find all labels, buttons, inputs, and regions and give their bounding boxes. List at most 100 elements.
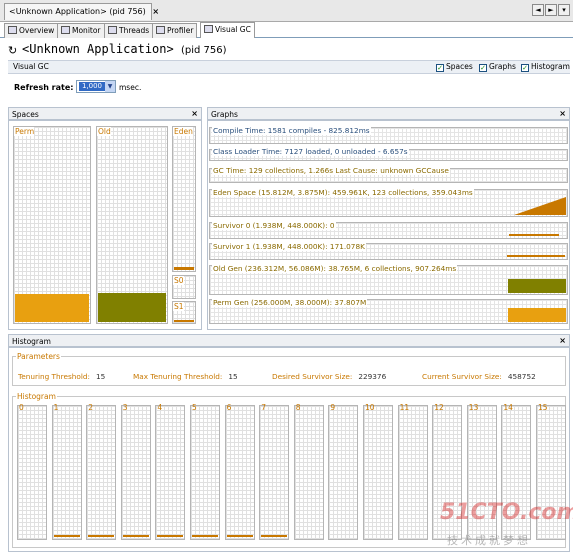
checkbox-label: Spaces — [446, 62, 473, 71]
graph-label: Old Gen (236.312M, 56.086M): 38.765M, 6 … — [212, 264, 458, 273]
bin-label: 5 — [192, 403, 197, 412]
watermark-slogan: 技术成就梦想 — [447, 534, 531, 547]
histogram-label: Histogram — [16, 392, 57, 401]
bin-usage-bar — [226, 535, 253, 537]
overview-icon — [8, 26, 17, 34]
compile-time-graph: Compile Time: 1581 compiles - 825.812ms — [209, 126, 568, 144]
profiler-icon — [156, 26, 165, 34]
refresh-unit: msec. — [119, 83, 142, 92]
param-label: Tenuring Threshold: — [18, 372, 90, 381]
param-value: 15 — [95, 372, 106, 381]
close-icon[interactable]: × — [191, 109, 198, 118]
eden-usage-bar — [174, 267, 194, 270]
bin-label: 9 — [330, 403, 336, 412]
tab-label: Threads — [119, 26, 150, 35]
graph-label: Survivor 0 (1.938M, 448.000K): 0 — [212, 221, 336, 230]
histogram-bin — [86, 405, 117, 540]
bin-label: 0 — [19, 403, 24, 412]
visual-gc-icon — [204, 25, 213, 33]
histogram-bin — [224, 405, 255, 540]
bin-label: 7 — [261, 403, 266, 412]
param-label: Current Survivor Size: — [422, 372, 502, 381]
histogram-bin — [120, 405, 151, 540]
graph-label: Class Loader Time: 7127 loaded, 0 unload… — [212, 147, 409, 156]
spaces-checkbox[interactable]: ✓ Spaces — [436, 62, 473, 72]
space-label: Old — [97, 127, 111, 136]
histogram-bin — [397, 405, 428, 540]
eden-space-graph: Eden Space (15.812M, 3.875M): 459.961K, … — [209, 188, 568, 217]
graphs-checkbox[interactable]: ✓ Graphs — [479, 62, 516, 72]
scroll-right-button[interactable]: ► — [545, 4, 557, 16]
bin-usage-bar — [261, 535, 288, 537]
page-title: <Unknown Application> (pid 756) — [22, 42, 227, 56]
gc-time-graph: GC Time: 129 collections, 1.266s Last Ca… — [209, 166, 568, 183]
bin-label: 12 — [434, 403, 444, 412]
application-document-tab[interactable]: <Unknown Application> (pid 756) × — [4, 3, 159, 20]
current-survivor-size: Current Survivor Size: 458752 — [422, 372, 536, 381]
histogram-bin — [363, 405, 393, 540]
desired-survivor-size: Desired Survivor Size: 229376 — [272, 372, 386, 381]
close-icon[interactable]: × — [152, 7, 159, 16]
histogram-bin — [293, 405, 324, 540]
chevron-down-icon[interactable]: ▼ — [105, 81, 115, 92]
bin-label: 11 — [399, 403, 410, 412]
checkbox-label: Graphs — [489, 62, 516, 71]
graphs-panel-header: Graphs × — [207, 107, 570, 120]
bin-usage-bar — [157, 535, 184, 537]
checkbox-label: Histogram — [531, 62, 570, 71]
close-icon[interactable]: × — [559, 336, 566, 345]
bin-usage-bar — [192, 535, 218, 537]
space-label: Eden — [173, 127, 193, 136]
bin-label: 4 — [157, 403, 163, 412]
histogram-bin — [190, 405, 220, 540]
application-name: <Unknown Application> — [22, 42, 174, 56]
bin-usage-bar — [88, 535, 115, 537]
perm-gen-graph: Perm Gen (256.000M, 38.000M): 37.807M — [209, 298, 568, 324]
visual-gc-label: Visual GC — [13, 62, 49, 71]
watermark-logo: 51CTO.com — [440, 500, 573, 525]
survivor1-trend — [507, 255, 565, 257]
param-value: 15 — [228, 372, 238, 381]
tab-overview[interactable]: Overview — [4, 23, 59, 38]
checkmark-icon: ✓ — [479, 64, 487, 72]
perm-gen-trend — [508, 308, 566, 322]
scroll-left-button[interactable]: ◄ — [532, 4, 544, 16]
checkmark-icon: ✓ — [436, 64, 444, 72]
param-value: 458752 — [507, 372, 536, 381]
parameters-label: Parameters — [16, 352, 61, 361]
old-gen-graph: Old Gen (236.312M, 56.086M): 38.765M, 6 … — [209, 264, 568, 295]
graph-label: Perm Gen (256.000M, 38.000M): 37.807M — [212, 298, 368, 307]
s1-space: S1 — [172, 301, 196, 324]
graph-label: Compile Time: 1581 compiles - 825.812ms — [212, 126, 371, 135]
tab-profiler[interactable]: Profiler — [152, 23, 198, 38]
tab-menu-button[interactable]: ▾ — [558, 4, 570, 16]
histogram-bin — [51, 405, 82, 540]
tab-threads[interactable]: Threads — [104, 23, 154, 38]
tab-label: Visual GC — [215, 25, 251, 34]
document-tab-bar: <Unknown Application> (pid 756) × ◄ ► ▾ — [0, 0, 573, 22]
panel-title: Graphs — [211, 110, 238, 119]
checkmark-icon: ✓ — [521, 64, 529, 72]
tab-visual-gc[interactable]: Visual GC — [200, 22, 255, 38]
close-icon[interactable]: × — [559, 109, 566, 118]
perm-space: Perm — [13, 126, 91, 324]
graph-label: Survivor 1 (1.938M, 448.000K): 171.078K — [212, 242, 366, 251]
survivor0-graph: Survivor 0 (1.938M, 448.000K): 0 — [209, 221, 568, 239]
eden-usage-trend — [514, 197, 566, 215]
tab-monitor[interactable]: Monitor — [57, 23, 105, 38]
refresh-rate-label: Refresh rate: — [14, 83, 74, 92]
max-tenuring-threshold: Max Tenuring Threshold: 15 — [133, 372, 238, 381]
histogram-bin — [328, 405, 359, 540]
histogram-checkbox[interactable]: ✓ Histogram — [521, 62, 570, 72]
panel-title: Spaces — [12, 110, 39, 119]
bin-label: 14 — [503, 403, 513, 412]
tab-label: Monitor — [72, 26, 101, 35]
old-space: Old — [96, 126, 168, 324]
bin-label: 10 — [365, 403, 375, 412]
tenuring-threshold: Tenuring Threshold: 15 — [18, 372, 105, 381]
refresh-icon: ↻ — [8, 44, 18, 57]
old-usage-bar — [98, 293, 166, 322]
histogram-bin — [259, 405, 290, 540]
bin-label: 1 — [53, 403, 59, 412]
refresh-rate-select[interactable]: 1,000 ▼ — [76, 80, 116, 93]
